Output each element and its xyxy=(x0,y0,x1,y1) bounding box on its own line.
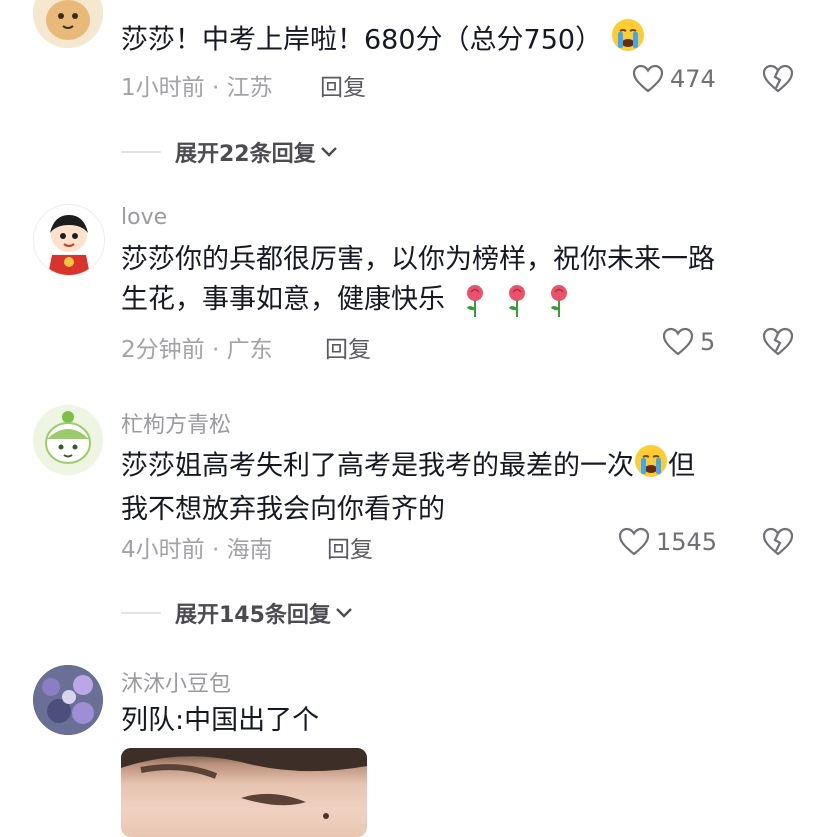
comment-text: 莎莎姐高考失利了高考是我考的最差的一次 但 我不想放弃我会向你看齐的 xyxy=(121,444,801,530)
like-count: 1545 xyxy=(656,528,718,556)
heart-outline-icon xyxy=(632,64,664,93)
reply-button[interactable]: 回复 xyxy=(327,530,373,564)
comment-text-content: 莎莎！中考上岸啦！680分（总分750） xyxy=(121,24,603,56)
comment-text: 莎莎！中考上岸啦！680分（总分750） xyxy=(121,18,801,64)
avatar[interactable] xyxy=(33,665,103,735)
avatar[interactable] xyxy=(33,405,103,475)
crying-face-emoji xyxy=(634,444,668,490)
comment-text: 莎莎你的兵都很厉害，以你为榜样，祝你未来一路 生花，事事如意，健康快乐 xyxy=(121,240,801,320)
comment-time-location: 1小时前 · 江苏 xyxy=(121,75,273,101)
expand-replies-label: 展开145条回复 xyxy=(175,603,331,628)
like-count: 5 xyxy=(700,328,716,356)
dislike-button[interactable] xyxy=(762,64,794,98)
like-count: 474 xyxy=(670,65,716,93)
divider-line xyxy=(121,151,161,153)
username[interactable]: 杧枸方青松 xyxy=(121,407,231,439)
dislike-button[interactable] xyxy=(762,327,794,361)
like-button[interactable]: 5 xyxy=(662,327,715,357)
comment-text-line1-tail: 但 xyxy=(668,450,695,482)
avatar[interactable] xyxy=(33,0,103,48)
like-button[interactable]: 1545 xyxy=(618,527,717,557)
comment-time-location: 4小时前 · 海南 xyxy=(121,537,273,563)
comment-text-line: 莎莎你的兵都很厉害，以你为榜样，祝你未来一路 xyxy=(121,244,715,275)
dislike-button[interactable] xyxy=(762,527,794,561)
comment-text-line: 莎莎姐高考失利了高考是我考的最差的一次 但 xyxy=(121,444,801,490)
comment-text: 列队:中国出了个 xyxy=(121,705,320,736)
rose-emoji xyxy=(550,284,567,317)
comment-image[interactable] xyxy=(121,748,367,837)
comment-text-line: 生花，事事如意，健康快乐 xyxy=(121,280,801,320)
avatar[interactable] xyxy=(33,204,105,276)
comment-text-line2: 生花，事事如意，健康快乐 xyxy=(121,284,445,315)
like-button[interactable]: 474 xyxy=(632,64,716,94)
comment-text-line: 我不想放弃我会向你看齐的 xyxy=(121,494,445,525)
heart-outline-icon xyxy=(618,527,650,556)
rose-emoji xyxy=(466,284,483,317)
chevron-down-icon xyxy=(320,147,337,157)
comment-text-line1: 莎莎姐高考失利了高考是我考的最差的一次 xyxy=(121,450,634,482)
broken-heart-icon xyxy=(762,64,794,93)
expand-replies-button[interactable]: 展开22条回复 xyxy=(121,136,338,168)
heart-outline-icon xyxy=(662,327,694,356)
username[interactable]: 沐沐小豆包 xyxy=(121,666,231,698)
broken-heart-icon xyxy=(762,327,794,356)
chevron-down-icon xyxy=(336,608,352,618)
username[interactable]: love xyxy=(121,205,167,230)
rose-emoji xyxy=(508,284,525,317)
expand-replies-button[interactable]: 展开145条回复 xyxy=(121,597,353,629)
reply-button[interactable]: 回复 xyxy=(325,330,371,364)
comment-time-location: 2分钟前 · 广东 xyxy=(121,337,273,363)
divider-line xyxy=(121,612,161,614)
reply-button[interactable]: 回复 xyxy=(320,68,366,102)
broken-heart-icon xyxy=(762,527,794,556)
crying-face-emoji xyxy=(611,18,645,64)
expand-replies-label: 展开22条回复 xyxy=(175,142,316,167)
